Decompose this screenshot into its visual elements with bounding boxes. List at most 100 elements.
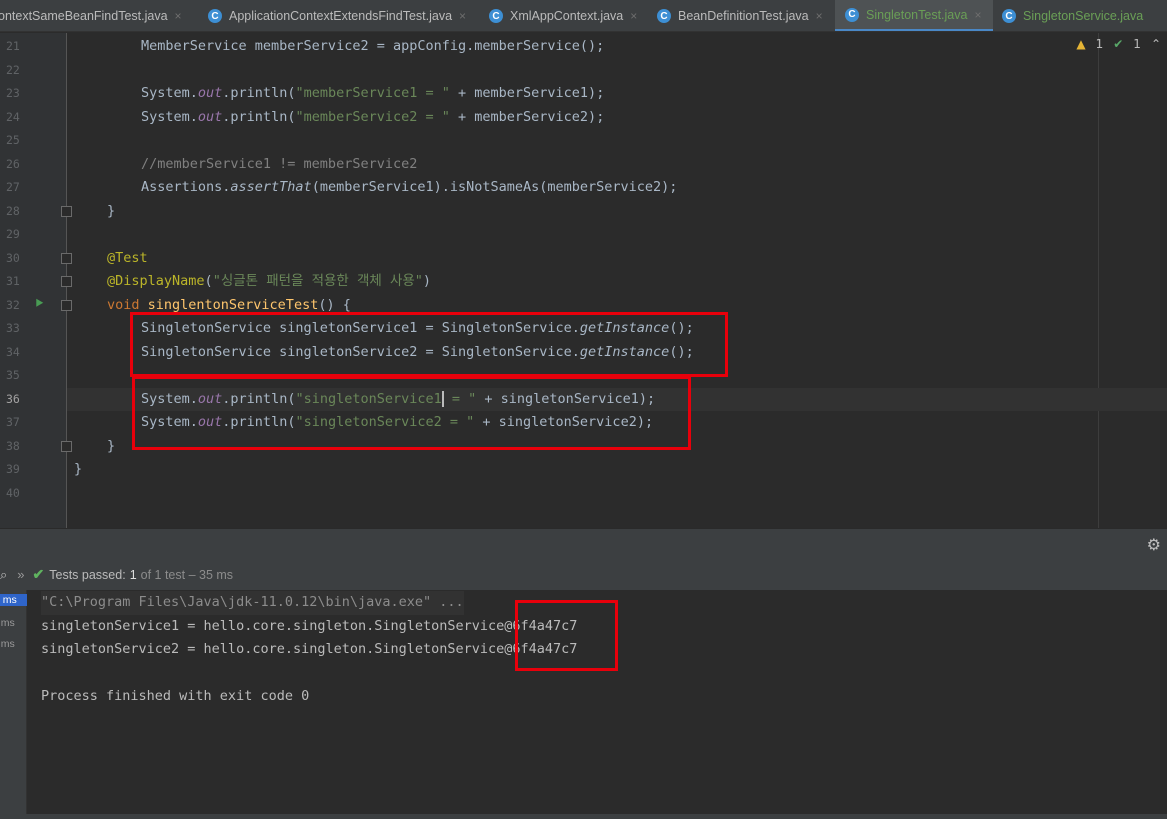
class-icon: C (1002, 9, 1016, 23)
bottom-strip (0, 814, 1167, 819)
code-line-27: Assertions.assertThat(memberService1).is… (141, 176, 1167, 200)
class-icon: C (657, 9, 671, 23)
editor-tab-bar: ontextSameBeanFindTest.java × C Applicat… (0, 0, 1167, 32)
line-number: 29 (6, 227, 20, 241)
code-token: assertThat (230, 179, 312, 195)
code-token: "싱글톤 패턴을 적용한 객체 사용" (212, 273, 423, 289)
line-number: 22 (6, 62, 20, 77)
close-icon[interactable]: × (459, 9, 466, 23)
line-number: 30 (6, 250, 20, 265)
tab-label: SingletonTest.java (866, 7, 968, 22)
line-number: 31 (6, 274, 20, 288)
console-command-line: "C:\Program Files\Java\jdk-11.0.12\bin\j… (41, 591, 464, 615)
test-tree-time[interactable]: 5 ms (0, 594, 27, 606)
test-tree[interactable]: 5 ms 5 ms 5 ms (0, 590, 27, 815)
line-number: 34 (6, 344, 20, 359)
line-number: 27 (6, 180, 20, 194)
tab-label: SingletonService.java (1023, 9, 1144, 23)
line-number: 25 (6, 133, 20, 147)
tab-singleton-test[interactable]: C SingletonTest.java × (835, 0, 993, 31)
code-token: + memberService2); (449, 108, 605, 125)
search-icon[interactable]: ⌕ (0, 567, 7, 583)
code-token: "memberService2 = " (295, 108, 450, 125)
console-exit-line: Process finished with exit code 0 (41, 688, 310, 704)
code-line-30: @Test (107, 249, 148, 266)
highlight-box-println (132, 376, 691, 450)
code-line-21: MemberService memberService2 = appConfig… (141, 38, 605, 54)
line-number: 39 (6, 462, 20, 476)
close-icon[interactable]: × (816, 9, 823, 23)
code-line-23: System.out.println("memberService1 = " +… (141, 82, 1167, 106)
close-icon[interactable]: × (630, 9, 637, 23)
fold-start-icon[interactable] (61, 253, 72, 264)
code-token: System. (141, 85, 198, 101)
console-output-line: singletonService2 = hello.core.singleton… (41, 641, 578, 657)
line-number: 40 (6, 485, 20, 500)
line-number: 38 (6, 438, 20, 453)
highlight-box-hashcode (515, 600, 618, 671)
code-token: out (197, 108, 223, 125)
line-number: 33 (6, 321, 20, 335)
run-test-icon[interactable]: ⯈ (34, 297, 44, 312)
code-line-24: System.out.println("memberService2 = " +… (141, 106, 1167, 130)
line-number: 37 (6, 415, 20, 429)
fold-end-icon[interactable] (61, 441, 72, 452)
code-token: out (197, 85, 223, 101)
tab-singleton-service[interactable]: C SingletonService.java (1002, 0, 1144, 31)
highlight-box-getinstance (130, 312, 728, 377)
tab-application-context-extends-find-test[interactable]: C ApplicationContextExtendsFindTest.java… (208, 0, 466, 31)
line-number-gutter[interactable]: 21 22 23 24 25 26 27 28 29 30 31 32 33 3… (0, 33, 72, 528)
close-icon[interactable]: × (974, 8, 981, 22)
line-number: 21 (6, 39, 20, 53)
fold-end-icon[interactable] (61, 276, 72, 287)
class-icon: C (489, 9, 503, 23)
code-line-26: //memberService1 != memberService2 (141, 155, 418, 172)
test-tree-time[interactable]: 5 ms (0, 638, 15, 650)
tab-xml-app-context[interactable]: C XmlAppContext.java × (489, 0, 637, 31)
class-icon: C (208, 9, 222, 23)
tests-passed-count: 1 (129, 567, 137, 582)
code-token: .println( (222, 85, 296, 101)
code-token: + memberService1); (449, 85, 605, 101)
fold-end-icon[interactable] (61, 206, 72, 217)
line-number: 24 (6, 109, 20, 124)
run-panel-header: ⚙ (0, 528, 1167, 559)
code-token: ( (204, 273, 213, 289)
tab-bean-definition-test[interactable]: C BeanDefinitionTest.java × (657, 0, 823, 31)
class-icon: C (845, 7, 859, 22)
code-token: (memberService1).isNotSameAs(memberServi… (311, 179, 678, 195)
tab-context-same-bean-find-test[interactable]: ontextSameBeanFindTest.java × (0, 0, 182, 31)
code-token: @DisplayName (107, 273, 205, 289)
code-token: .println( (222, 108, 296, 125)
test-status-bar: ⌕ » ✔ Tests passed: 1 of 1 test – 35 ms (0, 559, 1167, 590)
code-token: void (107, 296, 148, 313)
code-token: System. (141, 108, 198, 125)
code-token: () { (318, 296, 351, 313)
close-icon[interactable]: × (175, 9, 182, 23)
line-number: 28 (6, 203, 20, 218)
gear-icon[interactable]: ⚙ (1147, 535, 1161, 554)
line-number: 32 (6, 297, 20, 312)
code-line-31: @DisplayName("싱글톤 패턴을 적용한 객체 사용") (107, 270, 1167, 294)
code-token: "memberService1 = " (295, 85, 450, 101)
console-output-line: singletonService1 = hello.core.singleton… (41, 617, 578, 634)
code-token: singlentonServiceTest (147, 296, 319, 313)
code-editor[interactable]: 21 22 23 24 25 26 27 28 29 30 31 32 33 3… (0, 33, 1167, 528)
line-number: 26 (6, 156, 20, 171)
fold-start-icon[interactable] (61, 300, 72, 311)
code-token: ) (422, 273, 432, 289)
tab-label: ApplicationContextExtendsFindTest.java (229, 9, 453, 23)
code-line-28: } (107, 202, 116, 219)
line-number: 23 (6, 86, 20, 100)
expand-arrows-icon[interactable]: » (17, 567, 24, 582)
code-token: Assertions. (141, 179, 231, 195)
line-number-current: 36 (6, 391, 20, 406)
tab-label: BeanDefinitionTest.java (678, 9, 809, 23)
tab-label: XmlAppContext.java (510, 9, 624, 23)
tests-passed-label: Tests passed: (49, 567, 126, 582)
test-tree-time[interactable]: 5 ms (0, 617, 15, 629)
tab-label: ontextSameBeanFindTest.java (0, 9, 168, 23)
tests-summary: of 1 test – 35 ms (140, 567, 234, 582)
code-line-39: } (74, 461, 83, 477)
line-number: 35 (6, 368, 20, 382)
